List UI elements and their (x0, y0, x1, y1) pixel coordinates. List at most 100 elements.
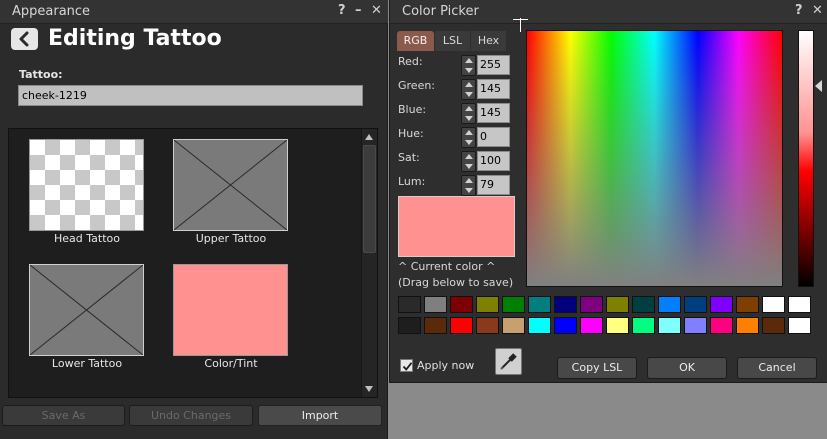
hue-value-field[interactable]: 0 (477, 127, 510, 147)
palette-swatch[interactable] (762, 296, 785, 313)
palette-swatch[interactable] (632, 317, 655, 334)
help-button[interactable]: ? (338, 3, 346, 18)
head-tattoo-label: Head Tattoo (54, 232, 120, 245)
spin-up-icon[interactable] (465, 178, 473, 183)
palette-swatch[interactable] (450, 296, 473, 313)
color-tint-label: Color/Tint (204, 357, 258, 370)
tab-hex[interactable]: Hex (471, 31, 506, 51)
hue-spinner[interactable] (461, 127, 476, 148)
palette-swatch[interactable] (762, 317, 785, 334)
palette-swatch[interactable] (684, 296, 707, 313)
spin-down-icon[interactable] (465, 92, 473, 97)
spin-up-icon[interactable] (465, 106, 473, 111)
scrollbar-thumb[interactable] (363, 145, 376, 253)
upper-tattoo-swatch[interactable]: Upper Tattoo (171, 139, 291, 245)
palette-swatch[interactable] (580, 296, 603, 313)
copy-lsl-button[interactable]: Copy LSL (557, 357, 637, 379)
palette-swatch[interactable] (580, 317, 603, 334)
red-spinner[interactable] (461, 55, 476, 76)
palette-swatch[interactable] (788, 317, 811, 334)
palette-swatch[interactable] (424, 317, 447, 334)
palette-swatch[interactable] (528, 296, 551, 313)
palette-swatch[interactable] (736, 296, 759, 313)
spin-down-icon[interactable] (465, 140, 473, 145)
palette-swatch[interactable] (528, 317, 551, 334)
current-color-swatch[interactable] (398, 196, 515, 257)
back-button[interactable] (11, 28, 38, 50)
apply-now-checkbox[interactable] (400, 359, 413, 372)
cancel-button[interactable]: Cancel (737, 357, 817, 379)
scroll-down-arrow-icon[interactable] (365, 386, 373, 392)
red-value-field[interactable]: 255 (477, 55, 510, 75)
tattoo-swatches-area: Head Tattoo Upper Tattoo Lower Tattoo Co… (8, 128, 378, 398)
lum-value-field[interactable]: 79 (477, 175, 510, 195)
spin-up-icon[interactable] (465, 130, 473, 135)
save-as-button[interactable]: Save As (2, 405, 125, 426)
palette-swatch[interactable] (658, 317, 681, 334)
spin-up-icon[interactable] (465, 58, 473, 63)
green-spinner[interactable] (461, 79, 476, 100)
head-tattoo-swatch[interactable]: Head Tattoo (27, 139, 147, 245)
color-picker-titlebar: Color Picker ? ✕ (390, 0, 827, 24)
color-tint-swatch[interactable]: Color/Tint (171, 264, 291, 370)
head-tattoo-texture[interactable] (29, 139, 144, 231)
palette-swatch[interactable] (424, 296, 447, 313)
close-button[interactable]: ✕ (371, 3, 382, 18)
blue-spinner[interactable] (461, 103, 476, 124)
palette-swatch[interactable] (554, 317, 577, 334)
upper-tattoo-texture[interactable] (173, 139, 288, 231)
palette-swatch[interactable] (684, 317, 707, 334)
color-spectrum[interactable] (526, 30, 783, 287)
palette-swatch[interactable] (398, 296, 421, 313)
palette-swatch[interactable] (736, 317, 759, 334)
spin-up-icon[interactable] (465, 154, 473, 159)
palette-swatch[interactable] (502, 317, 525, 334)
spectrum-crosshair (520, 18, 521, 32)
palette-swatch[interactable] (398, 317, 421, 334)
spin-up-icon[interactable] (465, 82, 473, 87)
tattoo-name-label: Tattoo: (19, 68, 63, 81)
spin-down-icon[interactable] (465, 188, 473, 193)
tab-lsl[interactable]: LSL (435, 31, 470, 51)
palette-swatch[interactable] (606, 296, 629, 313)
import-button[interactable]: Import (258, 405, 382, 426)
palette-swatch[interactable] (476, 317, 499, 334)
spin-down-icon[interactable] (465, 116, 473, 121)
lower-tattoo-swatch[interactable]: Lower Tattoo (27, 264, 147, 370)
scroll-up-arrow-icon[interactable] (365, 134, 373, 140)
cp-close-button[interactable]: ✕ (812, 3, 823, 18)
green-value-field[interactable]: 145 (477, 79, 510, 99)
palette-swatch[interactable] (710, 296, 733, 313)
hue-label: Hue: (398, 127, 424, 140)
cp-help-button[interactable]: ? (795, 3, 803, 18)
eyedropper-button[interactable] (495, 348, 522, 375)
spin-down-icon[interactable] (465, 164, 473, 169)
lum-spinner[interactable] (461, 175, 476, 196)
red-label: Red: (398, 55, 423, 68)
swatches-scrollbar[interactable] (361, 129, 377, 397)
luminance-slider-thumb-icon[interactable] (815, 80, 822, 92)
undo-changes-button[interactable]: Undo Changes (129, 405, 253, 426)
lower-tattoo-label: Lower Tattoo (51, 357, 123, 370)
luminance-slider[interactable] (798, 30, 814, 287)
palette-swatch[interactable] (710, 317, 733, 334)
color-tint-preview[interactable] (173, 264, 288, 356)
palette-swatch[interactable] (788, 296, 811, 313)
palette-swatch[interactable] (554, 296, 577, 313)
lower-tattoo-texture[interactable] (29, 264, 144, 356)
blue-value-field[interactable]: 145 (477, 103, 510, 123)
sat-spinner[interactable] (461, 151, 476, 172)
sat-value-field[interactable]: 100 (477, 151, 510, 171)
palette-swatch[interactable] (606, 317, 629, 334)
current-color-caption: ^ Current color ^ (398, 260, 496, 273)
spin-down-icon[interactable] (465, 68, 473, 73)
palette-swatch[interactable] (476, 296, 499, 313)
palette-swatch[interactable] (658, 296, 681, 313)
tattoo-name-field[interactable] (18, 85, 363, 106)
ok-button[interactable]: OK (647, 357, 727, 379)
palette-swatch[interactable] (450, 317, 473, 334)
minimize-button[interactable]: – (355, 3, 362, 18)
palette-swatch[interactable] (632, 296, 655, 313)
tab-rgb[interactable]: RGB (397, 31, 434, 51)
palette-swatch[interactable] (502, 296, 525, 313)
